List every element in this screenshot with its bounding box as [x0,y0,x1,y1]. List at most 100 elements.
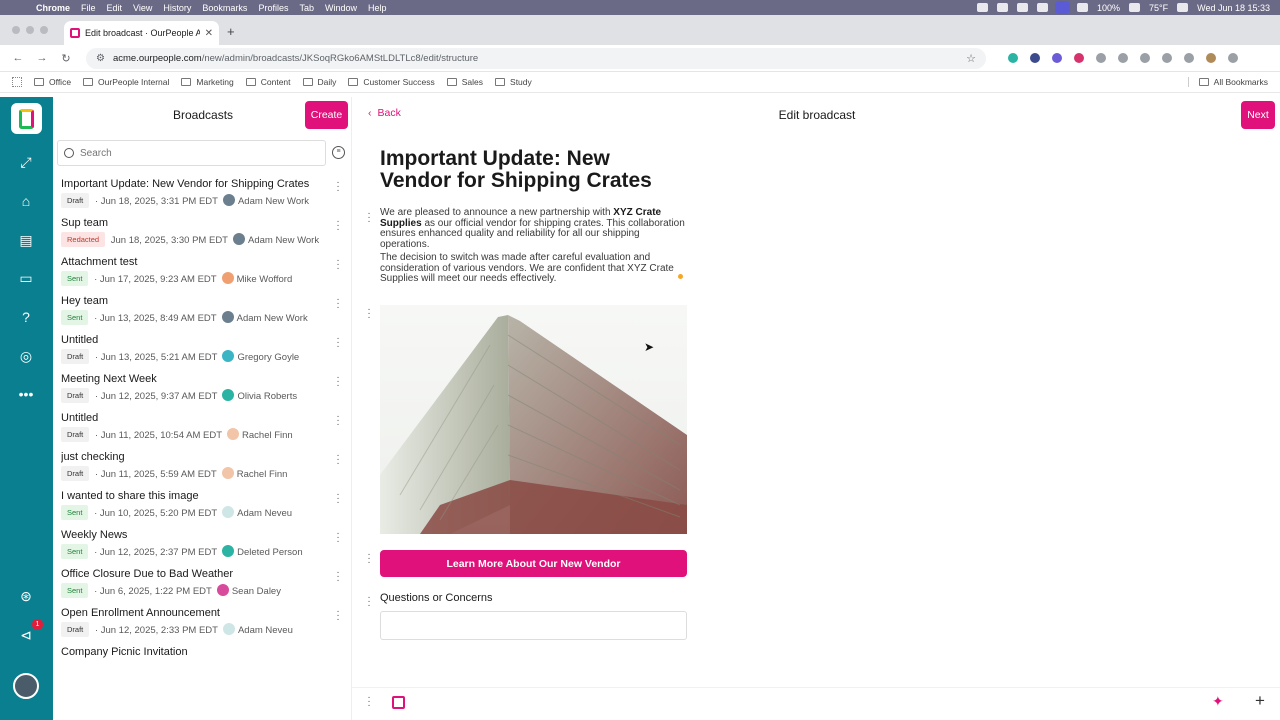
extensions-puzzle-icon[interactable] [1140,53,1150,63]
kebab-menu-icon[interactable]: · · · [336,529,340,547]
questions-input[interactable] [380,611,687,640]
kebab-menu-icon[interactable]: · · · [336,568,340,586]
clock[interactable]: Wed Jun 18 15:33 [1197,3,1270,13]
bookmark-folder[interactable]: Customer Success [348,77,435,87]
bookmark-folder[interactable]: OurPeople Internal [83,77,169,87]
kebab-menu-icon[interactable]: · · · [336,256,340,274]
extension-icon[interactable] [1008,53,1018,63]
extension-icon[interactable] [1118,53,1128,63]
content-icon[interactable]: ▤ [17,231,35,249]
body-paragraph-1[interactable]: We are pleased to announce a new partner… [380,207,685,250]
kebab-menu-icon[interactable]: · · · [336,451,340,469]
browser-tab-active[interactable]: Edit broadcast · OurPeople Ad ✕ [64,21,219,45]
shipping-container-image[interactable] [380,305,687,534]
kebab-menu-icon[interactable]: · · · [336,217,340,235]
add-block-icon[interactable]: + [1255,691,1265,711]
support-lifebuoy-icon[interactable]: ⊛ [17,587,35,605]
status-icon[interactable] [1016,3,1028,12]
drag-handle-icon[interactable]: · · · [367,305,371,323]
extension-icon[interactable] [1096,53,1106,63]
forward-arrow-icon[interactable]: → [30,52,54,64]
bookmark-folder[interactable]: Sales [446,77,483,87]
user-avatar[interactable] [13,673,39,699]
drag-handle-icon[interactable]: · · · [367,550,371,568]
home-icon[interactable]: ⌂ [17,192,35,210]
all-bookmarks[interactable]: All Bookmarks [1187,77,1268,87]
target-icon[interactable]: ◎ [17,347,35,365]
ourpeople-logo[interactable] [11,103,42,134]
bookmark-star-icon[interactable]: ☆ [966,52,976,65]
broadcast-list-item[interactable]: Company Picnic Invitation [53,641,351,663]
status-icon[interactable] [996,3,1008,12]
bookmark-folder[interactable]: Daily [302,77,336,87]
broadcast-list-item[interactable]: I wanted to share this image Sent · Jun … [53,485,351,524]
search-box[interactable] [57,140,326,166]
broadcast-list-item[interactable]: Attachment test Sent · Jun 17, 2025, 9:2… [53,251,351,290]
new-tab-icon[interactable]: + [227,24,235,39]
broadcast-list-item[interactable]: Hey team Sent · Jun 13, 2025, 8:49 AM ED… [53,290,351,329]
broadcast-headline[interactable]: Important Update: New Vendor for Shippin… [380,148,680,192]
site-info-icon[interactable]: ⚙ [96,53,105,64]
more-icon[interactable]: ••• [17,385,35,403]
expand-icon[interactable]: ⤢ [17,153,35,171]
menu-bookmarks[interactable]: Bookmarks [202,3,247,13]
announcements-megaphone-icon[interactable]: ⊲ [17,626,35,644]
broadcast-list-item[interactable]: Important Update: New Vendor for Shippin… [53,173,351,212]
close-window-button[interactable] [12,26,20,34]
kebab-menu-icon[interactable]: · · · [336,607,340,625]
save-icon[interactable] [392,696,405,709]
filter-icon[interactable]: ≡ [332,146,345,159]
broadcast-list-item[interactable]: Meeting Next Week Draft · Jun 12, 2025, … [53,368,351,407]
zoom-window-button[interactable] [40,26,48,34]
bookmark-folder[interactable]: Office [34,77,71,87]
close-tab-icon[interactable]: ✕ [205,28,213,39]
battery-icon[interactable] [1129,3,1140,12]
control-center-icon[interactable] [1177,3,1189,12]
bookmark-folder[interactable]: Marketing [181,77,234,87]
search-input[interactable] [80,147,300,159]
menu-edit[interactable]: Edit [107,3,123,13]
kebab-menu-icon[interactable]: · · · [336,178,340,196]
kebab-menu-icon[interactable]: · · · [336,490,340,508]
drag-handle-icon[interactable]: · · · [367,209,371,227]
extension-icon[interactable] [1030,53,1040,63]
menu-help[interactable]: Help [368,3,387,13]
profile-avatar-icon[interactable] [1206,53,1216,63]
ai-sparkle-icon[interactable]: ✦ [1212,693,1224,710]
drag-handle-icon[interactable]: · · · [367,693,371,711]
reload-icon[interactable]: ↻ [54,52,78,65]
menu-history[interactable]: History [163,3,191,13]
broadcast-list-item[interactable]: just checking Draft · Jun 11, 2025, 5:59… [53,446,351,485]
browser-menu-icon[interactable] [1228,53,1238,63]
kebab-menu-icon[interactable]: · · · [336,373,340,391]
menu-tab[interactable]: Tab [299,3,314,13]
kebab-menu-icon[interactable]: · · · [336,334,340,352]
body-paragraph-2[interactable]: The decision to switch was made after ca… [380,252,685,285]
screen-share-icon[interactable] [1054,1,1070,14]
side-panel-icon[interactable] [1162,53,1172,63]
bookmark-folder[interactable]: Content [245,77,291,87]
menu-app-chrome[interactable]: Chrome [36,3,70,13]
weather-label[interactable]: 75°F [1149,3,1168,13]
menu-window[interactable]: Window [325,3,357,13]
folder-nav-icon[interactable]: ▭ [17,269,35,287]
status-icon[interactable] [976,3,988,12]
broadcast-list-item[interactable]: Sup team Redacted Jun 18, 2025, 3:30 PM … [53,212,351,251]
broadcast-list-item[interactable]: Open Enrollment Announcement Draft · Jun… [53,602,351,641]
broadcast-list-item[interactable]: Untitled Draft · Jun 13, 2025, 5:21 AM E… [53,329,351,368]
drag-handle-icon[interactable]: · · · [367,593,371,611]
broadcast-list-item[interactable]: Office Closure Due to Bad Weather Sent ·… [53,563,351,602]
help-chat-icon[interactable]: ? [17,308,35,326]
broadcast-list-item[interactable]: Untitled Draft · Jun 11, 2025, 10:54 AM … [53,407,351,446]
apps-grid-icon[interactable] [12,77,22,87]
address-bar[interactable]: ⚙ acme.ourpeople.com/new/admin/broadcast… [86,47,986,69]
extension-icon[interactable] [1074,53,1084,63]
menu-file[interactable]: File [81,3,96,13]
volume-icon[interactable] [1076,3,1088,12]
status-icon[interactable] [1036,3,1048,12]
menu-view[interactable]: View [133,3,152,13]
extension-icon[interactable] [1052,53,1062,63]
download-icon[interactable] [1184,53,1194,63]
learn-more-button[interactable]: Learn More About Our New Vendor [380,550,687,577]
create-button[interactable]: Create [305,101,348,129]
